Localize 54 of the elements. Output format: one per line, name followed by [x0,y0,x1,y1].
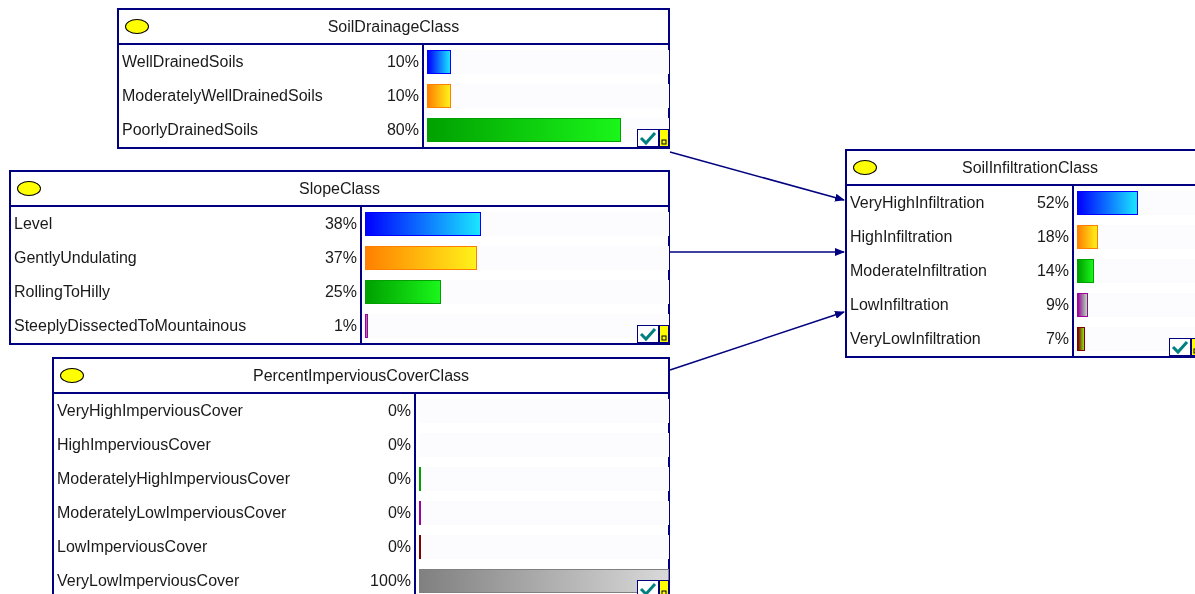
state-percent: 80% [386,121,419,139]
state-percent: 10% [386,87,419,105]
node-title: SoilInfiltrationClass [961,158,1099,177]
state-name: LowInfiltration [850,296,950,314]
state-name: ModeratelyLowImperviousCover [57,504,288,522]
node-box[interactable]: PercentImperviousCoverClass VeryHighImperviousCover 0% HighImperviousCover 0% ModeratelyHighImperviousCover 0% ModeratelyLowImperviousCover 0% LowImperviousCover 0% VeryLowImperviousCover 100% [52,357,670,594]
state-name: ModeratelyHighImperviousCover [57,470,291,488]
state-name: RollingToHilly [14,283,112,301]
state-percent: 1% [333,317,357,335]
state-percent: 9% [1045,296,1069,314]
state-percent: 38% [324,215,357,233]
state-percent: 7% [1045,330,1069,348]
node-title: PercentImperviousCoverClass [252,366,470,385]
state-percent: 0% [387,402,411,420]
state-name: HighImperviousCover [57,436,212,454]
state-percent: 0% [387,504,411,522]
check-icon [1169,338,1191,356]
square-icon [659,129,669,147]
check-icon [637,580,659,594]
check-icon [637,129,659,147]
state-percent: 52% [1036,194,1069,212]
state-name: GentlyUndulating [14,249,138,267]
state-percent: 10% [386,53,419,71]
state-percent: 14% [1036,262,1069,280]
state-percent: 100% [370,572,411,590]
state-percent: 0% [387,470,411,488]
state-name: VeryLowInfiltration [850,330,982,348]
oval-icon [125,19,149,34]
node-box[interactable]: SlopeClass Level 38% GentlyUndulating 37% RollingToHilly 25% SteeplyDissectedToMountainous 1% [9,170,670,345]
state-name: VeryHighInfiltration [850,194,986,212]
state-name: WellDrainedSoils [122,53,245,71]
node-title: SoilDrainageClass [327,17,460,36]
state-name: ModerateInfiltration [850,262,988,280]
node-box[interactable]: SoilInfiltrationClass VeryHighInfiltration 52% HighInfiltration 18% ModerateInfiltration 14% LowInfiltration 9% VeryLowInfiltration 7% [845,149,1195,358]
state-name: Level [14,215,54,233]
check-icon [637,325,659,343]
state-name: ModeratelyWellDrainedSoils [122,87,324,105]
state-name: VeryLowImperviousCover [57,572,241,590]
square-icon [659,325,669,343]
state-percent: 0% [387,538,411,556]
state-name: VeryHighImperviousCover [57,402,244,420]
state-name: SteeplyDissectedToMountainous [14,317,248,335]
oval-icon [60,368,84,383]
node-box[interactable]: SoilDrainageClass WellDrainedSoils 10% ModeratelyWellDrainedSoils 10% PoorlyDrainedSoils 80% [117,8,670,149]
state-percent: 0% [387,436,411,454]
oval-icon [853,160,877,175]
state-percent: 25% [324,283,357,301]
state-name: PoorlyDrainedSoils [122,121,260,139]
state-name: HighInfiltration [850,228,954,246]
node-title: SlopeClass [299,179,380,198]
state-percent: 18% [1036,228,1069,246]
state-name: LowImperviousCover [57,538,209,556]
oval-icon [17,181,41,196]
state-percent: 37% [324,249,357,267]
